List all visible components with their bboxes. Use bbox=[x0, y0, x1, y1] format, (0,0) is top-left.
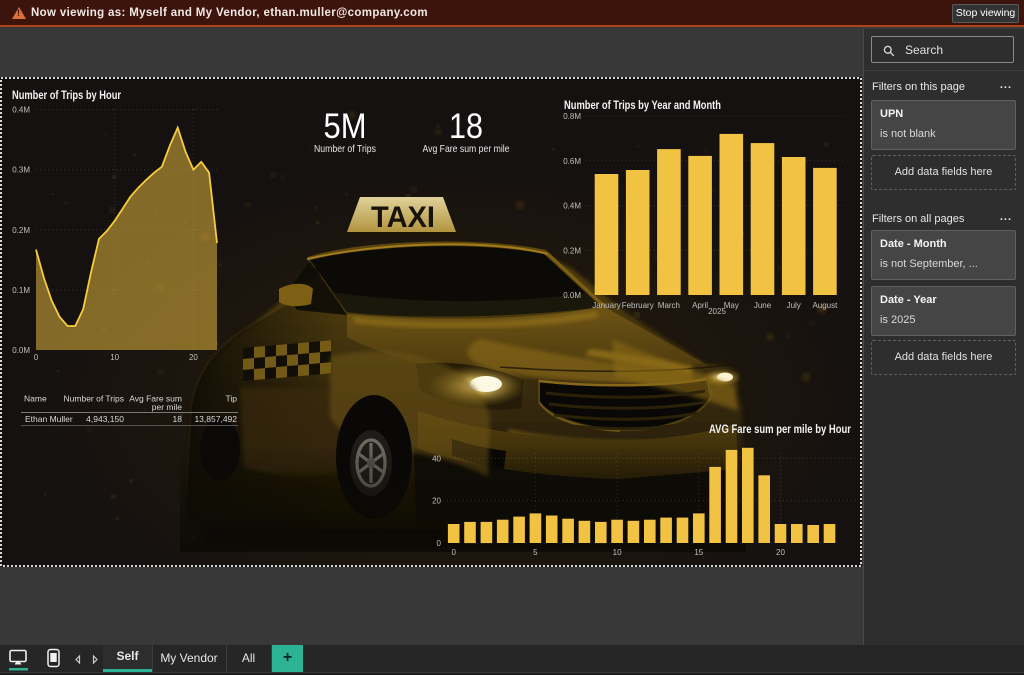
svg-text:per mile: per mile bbox=[152, 402, 183, 412]
svg-text:May: May bbox=[724, 301, 739, 310]
svg-text:13,857,492: 13,857,492 bbox=[194, 414, 237, 424]
svg-text:20: 20 bbox=[776, 548, 785, 557]
svg-text:0.6M: 0.6M bbox=[563, 157, 581, 166]
svg-text:0: 0 bbox=[34, 353, 39, 362]
svg-text:4,943,150: 4,943,150 bbox=[86, 414, 124, 424]
svg-text:0: 0 bbox=[437, 539, 442, 548]
svg-text:April: April bbox=[692, 301, 708, 310]
svg-text:January: January bbox=[592, 301, 620, 310]
svg-text:10: 10 bbox=[613, 548, 622, 557]
svg-text:AVG Fare sum per mile by Hour: AVG Fare sum per mile by Hour bbox=[709, 424, 851, 436]
svg-text:Number of Trips: Number of Trips bbox=[64, 394, 124, 404]
svg-text:February: February bbox=[622, 301, 654, 310]
svg-text:Tip: Tip bbox=[226, 394, 238, 404]
svg-text:TAXI: TAXI bbox=[371, 201, 435, 234]
svg-text:June: June bbox=[754, 301, 772, 310]
svg-text:Number of Trips by Hour: Number of Trips by Hour bbox=[12, 90, 121, 102]
svg-text:Avg Fare sum per mile: Avg Fare sum per mile bbox=[423, 143, 510, 155]
svg-text:20: 20 bbox=[189, 353, 198, 362]
svg-text:0.4M: 0.4M bbox=[563, 202, 581, 211]
svg-text:July: July bbox=[787, 301, 801, 310]
svg-text:0: 0 bbox=[451, 548, 456, 557]
svg-text:0.8M: 0.8M bbox=[563, 112, 581, 121]
svg-text:Name: Name bbox=[24, 394, 47, 404]
svg-text:Number of Trips by Year and Mo: Number of Trips by Year and Month bbox=[564, 100, 721, 112]
svg-text:0.4M: 0.4M bbox=[12, 106, 30, 115]
svg-text:40: 40 bbox=[432, 454, 441, 463]
svg-text:18: 18 bbox=[449, 107, 483, 146]
svg-text:0.1M: 0.1M bbox=[12, 286, 30, 295]
svg-text:5M: 5M bbox=[324, 107, 367, 146]
svg-text:0.0M: 0.0M bbox=[12, 346, 30, 355]
svg-text:5: 5 bbox=[533, 548, 538, 557]
svg-text:0.3M: 0.3M bbox=[12, 166, 30, 175]
svg-text:15: 15 bbox=[694, 548, 703, 557]
svg-text:Ethan Muller: Ethan Muller bbox=[25, 414, 73, 424]
svg-text:Number of Trips: Number of Trips bbox=[314, 143, 376, 155]
svg-text:18: 18 bbox=[173, 414, 183, 424]
svg-text:0.2M: 0.2M bbox=[12, 226, 30, 235]
svg-text:10: 10 bbox=[110, 353, 119, 362]
svg-text:2025: 2025 bbox=[708, 307, 726, 316]
svg-text:20: 20 bbox=[432, 497, 441, 506]
svg-text:0.0M: 0.0M bbox=[563, 291, 581, 300]
svg-text:0.2M: 0.2M bbox=[563, 246, 581, 255]
svg-text:August: August bbox=[812, 301, 838, 310]
svg-text:March: March bbox=[658, 301, 680, 310]
